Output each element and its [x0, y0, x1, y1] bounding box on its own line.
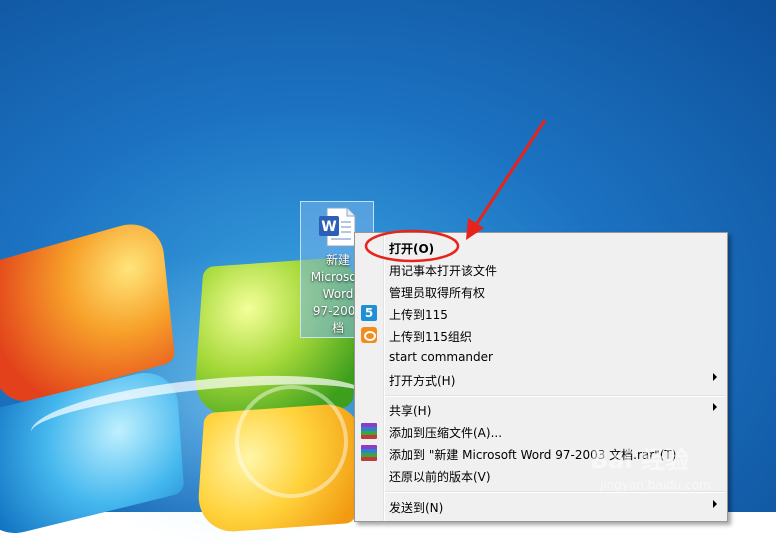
menu-item-share[interactable]: 共享(H) [357, 398, 725, 420]
menu-item-take-ownership[interactable]: 管理员取得所有权 [357, 280, 725, 302]
menu-item-label: 打开(O) [389, 242, 435, 256]
menu-item-label: 还原以前的版本(V) [389, 470, 491, 484]
menu-item-send-to[interactable]: 发送到(N) [357, 495, 725, 517]
menu-item-open-with[interactable]: 打开方式(H) [357, 368, 725, 390]
115-org-icon [361, 327, 377, 343]
lens-flare [235, 385, 348, 498]
baidu-watermark: Bai 经验 [590, 446, 690, 474]
menu-item-upload-115-org[interactable]: 上传到115组织 [357, 324, 725, 346]
menu-item-label: 用记事本打开该文件 [389, 264, 498, 278]
menu-item-open-with-notepad[interactable]: 用记事本打开该文件 [357, 258, 725, 280]
winrar-icon [361, 423, 377, 439]
submenu-arrow-icon [713, 373, 717, 381]
menu-item-label: 添加到压缩文件(A)... [389, 426, 503, 440]
menu-item-label: start commander [389, 350, 493, 364]
menu-item-add-to-archive[interactable]: 添加到压缩文件(A)... [357, 420, 725, 442]
menu-item-label: 管理员取得所有权 [389, 286, 486, 300]
menu-item-label: 共享(H) [389, 404, 432, 418]
menu-item-label: 打开方式(H) [389, 374, 456, 388]
menu-item-label: 上传到115组织 [389, 330, 472, 344]
menu-item-open[interactable]: 打开(O) [357, 236, 725, 258]
menu-item-label: 上传到115 [389, 308, 448, 322]
menu-item-upload-115[interactable]: 5 上传到115 [357, 302, 725, 324]
menu-item-start-commander[interactable]: start commander [357, 346, 725, 368]
word-document-icon: W [319, 207, 356, 247]
winrar-icon [361, 445, 377, 461]
submenu-arrow-icon [713, 500, 717, 508]
submenu-arrow-icon [713, 403, 717, 411]
baidu-watermark-url: jingyan.baidu.com [600, 478, 711, 492]
115-upload-icon: 5 [361, 305, 377, 321]
svg-text:W: W [321, 219, 336, 235]
menu-item-label: 发送到(N) [389, 501, 444, 515]
menu-separator [385, 395, 725, 397]
